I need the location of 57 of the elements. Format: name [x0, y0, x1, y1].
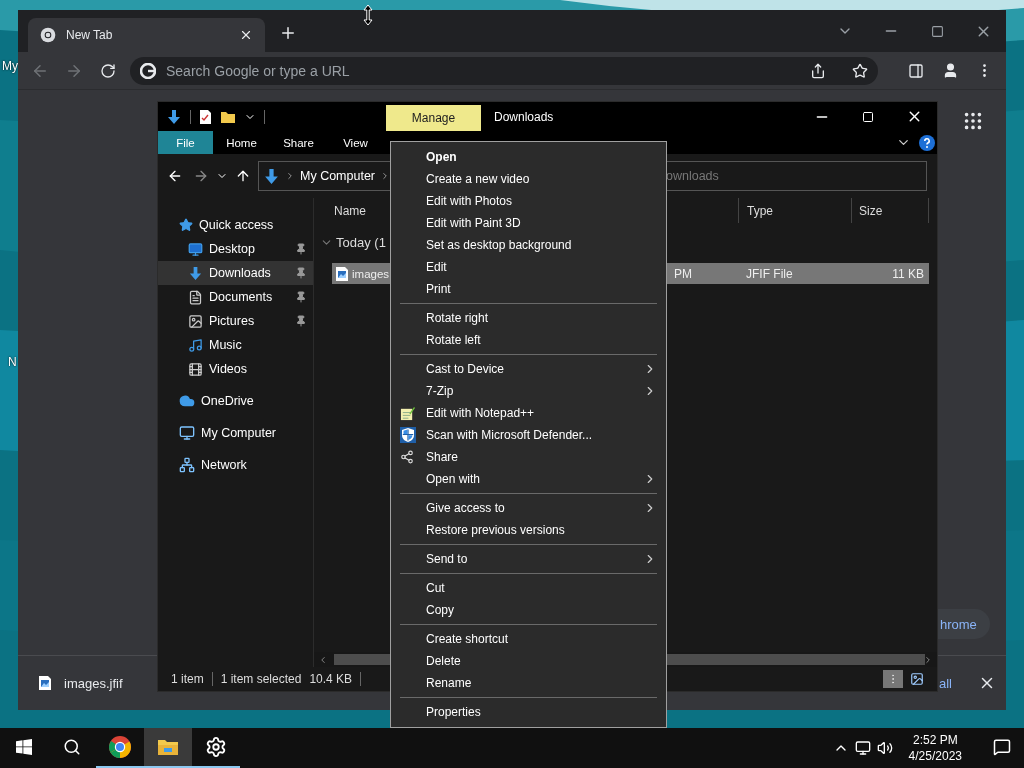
menu-item[interactable]: Cut — [392, 577, 665, 599]
type-cell-text: JFIF File — [745, 266, 794, 281]
date-cell-text: PM — [673, 266, 693, 281]
menu-item[interactable]: Copy — [392, 599, 665, 621]
menu-item[interactable]: Rotate left — [392, 329, 665, 351]
nav-item[interactable]: Desktop — [158, 237, 313, 261]
status-text: 1 item selected — [220, 672, 302, 686]
menu-item[interactable]: Print — [392, 278, 665, 300]
size-cell-text: 11 KB — [891, 266, 925, 281]
menu-item[interactable]: Restore previous versions — [392, 519, 665, 541]
download-item[interactable]: images.jfif — [38, 675, 123, 691]
nav-item[interactable]: OneDrive — [158, 389, 313, 413]
address-field[interactable]: Search Google or type a URL — [164, 61, 802, 80]
menu-item[interactable]: Edit with Paint 3D — [392, 212, 665, 234]
menu-item[interactable]: Rotate right — [392, 307, 665, 329]
nav-item[interactable]: Quick access — [158, 213, 313, 237]
group-header: Today (1 — [336, 234, 386, 250]
browser-tab[interactable]: New Tab — [28, 18, 265, 52]
menu-item[interactable]: Open with — [392, 468, 665, 490]
menu-item[interactable]: Scan with Microsoft Defender... — [392, 424, 665, 446]
nav-item[interactable]: Downloads — [158, 261, 313, 285]
show-all-link[interactable]: all — [939, 675, 952, 691]
menu-item[interactable]: Set as desktop background — [392, 234, 665, 256]
file-name: images — [352, 267, 390, 280]
nav-item[interactable]: Pictures — [158, 309, 313, 333]
menu-item[interactable]: Create shortcut — [392, 628, 665, 650]
status-text: 1 item — [171, 672, 204, 686]
ribbon-tab[interactable]: File — [158, 131, 213, 154]
menu-item[interactable]: Edit with Notepad++ — [392, 402, 665, 424]
menu-item[interactable]: Delete — [392, 650, 665, 672]
menu-item[interactable]: Edit — [392, 256, 665, 278]
nav-item[interactable]: Music — [158, 333, 313, 357]
nav-item[interactable]: My Computer — [158, 421, 313, 445]
menu-item[interactable]: Send to — [392, 548, 665, 570]
menu-item[interactable]: 7-Zip — [392, 380, 665, 402]
nav-item[interactable]: Documents — [158, 285, 313, 309]
address-bar[interactable]: Search Google or type a URL — [130, 56, 878, 85]
clock[interactable]: 2:52 PM 4/25/2023 — [908, 732, 962, 764]
desktop-icon-label[interactable]: N — [8, 355, 17, 369]
menu-item[interactable]: Rename — [392, 672, 665, 694]
ribbon-tab[interactable]: View — [327, 131, 384, 154]
column-header[interactable]: Type — [739, 198, 852, 223]
nav-item[interactable]: Videos — [158, 357, 313, 381]
ribbon-tab[interactable]: Home — [213, 131, 270, 154]
window-title: Downloads — [494, 109, 554, 124]
manage-tab[interactable]: Manage — [386, 105, 481, 131]
menu-item[interactable]: Edit with Photos — [392, 190, 665, 212]
status-text: 10.4 KB — [309, 672, 353, 686]
nav-item[interactable]: Network — [158, 453, 313, 477]
menu-item[interactable]: Share — [392, 446, 665, 468]
desktop-icon-label[interactable]: My — [2, 59, 18, 73]
column-header[interactable]: Size — [852, 198, 929, 223]
menu-item[interactable]: Properties — [392, 701, 665, 723]
menu-item[interactable]: Give access to — [392, 497, 665, 519]
customize-chrome-button[interactable]: hrome — [938, 609, 990, 639]
menu-item[interactable]: Cast to Device — [392, 358, 665, 380]
ribbon-tab[interactable]: Share — [270, 131, 327, 154]
